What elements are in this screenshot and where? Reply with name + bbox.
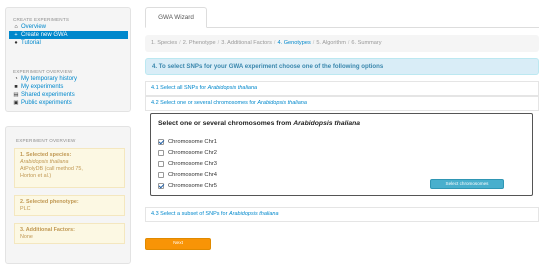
chromosome-label: Chromosome Chr1 xyxy=(168,138,217,145)
breadcrumb: 1. Species/2. Phenotype/3. Additional Fa… xyxy=(145,35,539,52)
chromosome-option-chr2[interactable]: Chromosome Chr2 xyxy=(158,148,217,157)
question-icon: ● xyxy=(14,40,18,46)
additional-factors-box: 3. Additional Factors: None xyxy=(14,223,125,244)
option-select-all-snps[interactable]: 4.1 Select all SNPs for Arabidopsis thal… xyxy=(145,81,539,96)
experiment-overview-panel: EXPERIMENT OVERVIEW 1. Selected species:… xyxy=(5,126,131,264)
sidebar-item-my-experiments[interactable]: ■ My experiments xyxy=(9,83,128,91)
sidebar-nav: CREATE EXPERIMENTS ⌂ Overview + Create n… xyxy=(5,7,131,112)
breadcrumb-sep: / xyxy=(273,40,276,46)
breadcrumb-additional-factors: 3. Additional Factors xyxy=(221,40,272,46)
chromosome-label: Chromosome Chr4 xyxy=(168,171,217,178)
chromosome-label: Chromosome Chr3 xyxy=(168,160,217,167)
select-chromosomes-button[interactable]: Select chromosomes xyxy=(430,179,504,189)
chromosome-label: Chromosome Chr5 xyxy=(168,182,217,189)
sidebar-item-label: Overview xyxy=(21,24,47,30)
factors-title: 3. Additional Factors: xyxy=(20,227,75,233)
chromosome-panel-title: Select one or several chromosomes from A… xyxy=(158,120,360,127)
sidebar-item-label: Shared experiments xyxy=(21,92,75,98)
option-species: Arabidopsis thaliana xyxy=(257,100,307,106)
sidebar-item-public-experiments[interactable]: ▣ Public experiments xyxy=(9,99,128,107)
overview-header: EXPERIMENT OVERVIEW xyxy=(16,138,76,143)
chr4-checkbox[interactable] xyxy=(158,171,164,178)
breadcrumb-species: 1. Species xyxy=(151,40,178,46)
option-species: Arabidopsis thaliana xyxy=(228,211,279,217)
option-select-chromosomes[interactable]: 4.2 Select one or several chromosomes fo… xyxy=(145,96,539,111)
share-icon: ▤ xyxy=(13,92,19,98)
breadcrumb-algorithm: 5. Algorithm xyxy=(316,40,346,46)
home-icon: ⌂ xyxy=(14,24,18,30)
next-button[interactable]: Next xyxy=(145,238,211,250)
option-label: 4.2 Select one or several chromosomes fo… xyxy=(151,100,258,106)
breadcrumb-sep: / xyxy=(179,40,181,46)
breadcrumb-genotypes: 4. Genotypes xyxy=(277,40,311,46)
chromosome-label: Chromosome Chr2 xyxy=(168,149,217,156)
clock-icon: ◔ xyxy=(14,76,18,82)
chr1-checkbox[interactable] xyxy=(158,138,164,145)
chromosome-title-species: Arabidopsis thaliana xyxy=(293,120,361,127)
selected-phenotype-box: 2. Selected phenotype: PLC xyxy=(14,195,125,216)
chromosome-selection-panel: Select one or several chromosomes from A… xyxy=(150,113,533,196)
phenotype-value: PLC xyxy=(20,206,31,212)
factors-value: None xyxy=(20,234,33,240)
chromosome-option-chr1[interactable]: Chromosome Chr1 xyxy=(158,137,217,146)
create-experiments-header: CREATE EXPERIMENTS xyxy=(13,17,70,22)
species-name: Arabidopsis thaliana xyxy=(20,159,69,165)
option-label: 4.3 Select a subset of SNPs for xyxy=(151,211,229,217)
sidebar-item-shared-experiments[interactable]: ▤ Shared experiments xyxy=(9,91,128,99)
sidebar-item-label: Public experiments xyxy=(21,100,72,106)
sidebar-item-tutorial[interactable]: ● Tutorial xyxy=(9,39,128,47)
phenotype-title: 2. Selected phenotype: xyxy=(20,199,79,205)
sidebar-item-temporary-history[interactable]: ◔ My temporary history xyxy=(9,75,128,83)
option-label: 4.1 Select all SNPs for xyxy=(151,85,208,91)
genotype-step-header: 4. To select SNPs for your GWA experimen… xyxy=(145,58,539,75)
breadcrumb-sep: / xyxy=(347,40,350,46)
sidebar-item-create-new-gwa[interactable]: + Create new GWA xyxy=(9,31,128,39)
chromosome-option-chr3[interactable]: Chromosome Chr3 xyxy=(158,159,217,168)
globe-icon: ▣ xyxy=(13,100,19,106)
experiment-overview-header: EXPERIMENT OVERVIEW xyxy=(13,69,73,74)
chromosome-option-chr5[interactable]: Chromosome Chr5 xyxy=(158,181,217,190)
sidebar-item-label: Create new GWA xyxy=(21,32,68,38)
chr3-checkbox[interactable] xyxy=(158,160,164,167)
chromosome-title-label: Select one or several chromosomes from xyxy=(158,120,294,127)
tab-gwa-wizard[interactable]: GWA Wizard xyxy=(145,7,207,28)
sidebar-item-label: My temporary history xyxy=(21,76,78,82)
book-icon: ■ xyxy=(14,84,18,90)
chr5-checkbox[interactable] xyxy=(158,182,164,189)
sidebar-item-label: My experiments xyxy=(21,84,64,90)
selected-species-box: 1. Selected species: Arabidopsis thalian… xyxy=(14,148,125,188)
option-species: Arabidopsis thaliana xyxy=(207,85,258,91)
breadcrumb-sep: / xyxy=(312,40,315,46)
breadcrumb-summary: 6. Summary xyxy=(351,40,382,46)
breadcrumb-sep: / xyxy=(217,40,220,46)
chromosome-option-chr4[interactable]: Chromosome Chr4 xyxy=(158,170,217,179)
option-select-snp-subset[interactable]: 4.3 Select a subset of SNPs for Arabidop… xyxy=(145,207,539,222)
species-ref: Horton et al.) xyxy=(20,173,52,179)
plus-icon: + xyxy=(14,32,18,38)
breadcrumb-phenotype: 2. Phenotype xyxy=(182,40,216,46)
chr2-checkbox[interactable] xyxy=(158,149,164,156)
species-title: 1. Selected species: xyxy=(20,152,72,158)
species-db: AtPolyDB (call method 75, xyxy=(20,166,83,172)
sidebar-item-label: Tutorial xyxy=(21,40,41,46)
sidebar-item-overview[interactable]: ⌂ Overview xyxy=(9,23,128,31)
